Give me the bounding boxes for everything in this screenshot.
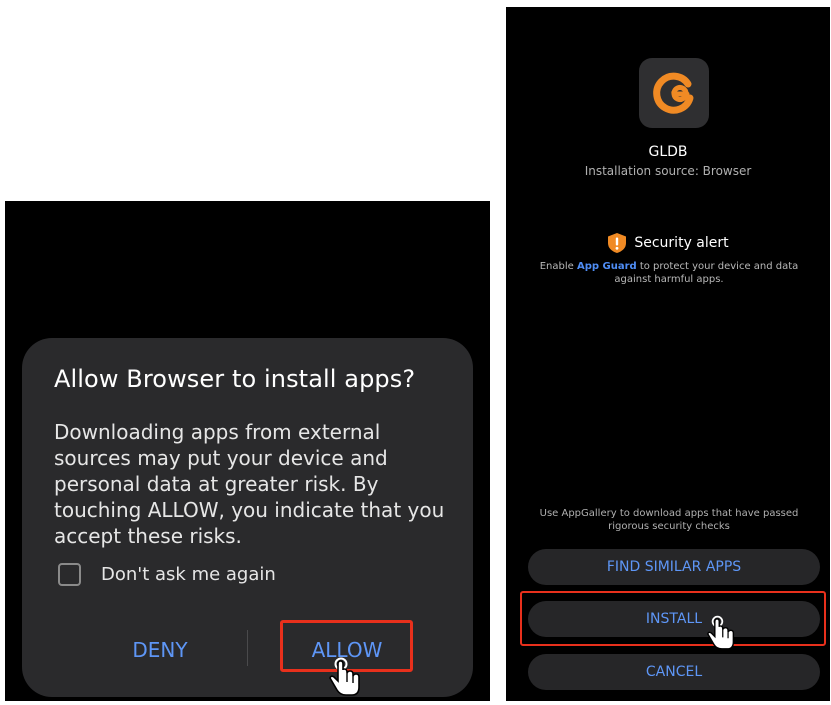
find-similar-apps-button[interactable]: FIND SIMILAR APPS: [528, 549, 820, 585]
gldb-logo-glyph: [653, 72, 694, 114]
security-alert-header: Security alert: [506, 232, 830, 254]
gldb-logo-icon: [639, 58, 709, 128]
button-divider: [247, 630, 248, 666]
permission-screen: Allow Browser to install apps? Downloadi…: [5, 201, 490, 701]
app-guard-link[interactable]: App Guard: [577, 261, 637, 272]
appgallery-note: Use AppGallery to download apps that hav…: [539, 508, 799, 532]
app-name: GLDB: [648, 144, 688, 160]
tap-hand-icon: [329, 657, 360, 696]
dont-ask-again-checkbox[interactable]: [58, 563, 81, 586]
security-alert-description: Enable App Guard to protect your device …: [534, 260, 804, 286]
security-alert-title: Security alert: [634, 235, 729, 251]
dont-ask-again-row[interactable]: Don't ask me again: [58, 563, 276, 586]
tap-hand-icon: [706, 615, 735, 650]
alert-desc-suffix: to protect your device and data against …: [614, 261, 799, 285]
install-button[interactable]: INSTALL: [528, 601, 820, 637]
shield-exclamation-icon: [608, 233, 627, 253]
deny-button[interactable]: DENY: [110, 638, 210, 662]
dialog-title: Allow Browser to install apps?: [54, 365, 416, 393]
dont-ask-again-label: Don't ask me again: [101, 564, 276, 585]
install-permission-dialog: Allow Browser to install apps? Downloadi…: [22, 338, 473, 697]
alert-desc-prefix: Enable: [539, 261, 577, 272]
installation-source: Installation source: Browser: [584, 164, 752, 178]
dialog-message: Downloading apps from external sources m…: [54, 420, 445, 548]
installer-screen: GLDB Installation source: Browser Securi…: [506, 7, 830, 701]
cancel-button[interactable]: CANCEL: [528, 654, 820, 690]
